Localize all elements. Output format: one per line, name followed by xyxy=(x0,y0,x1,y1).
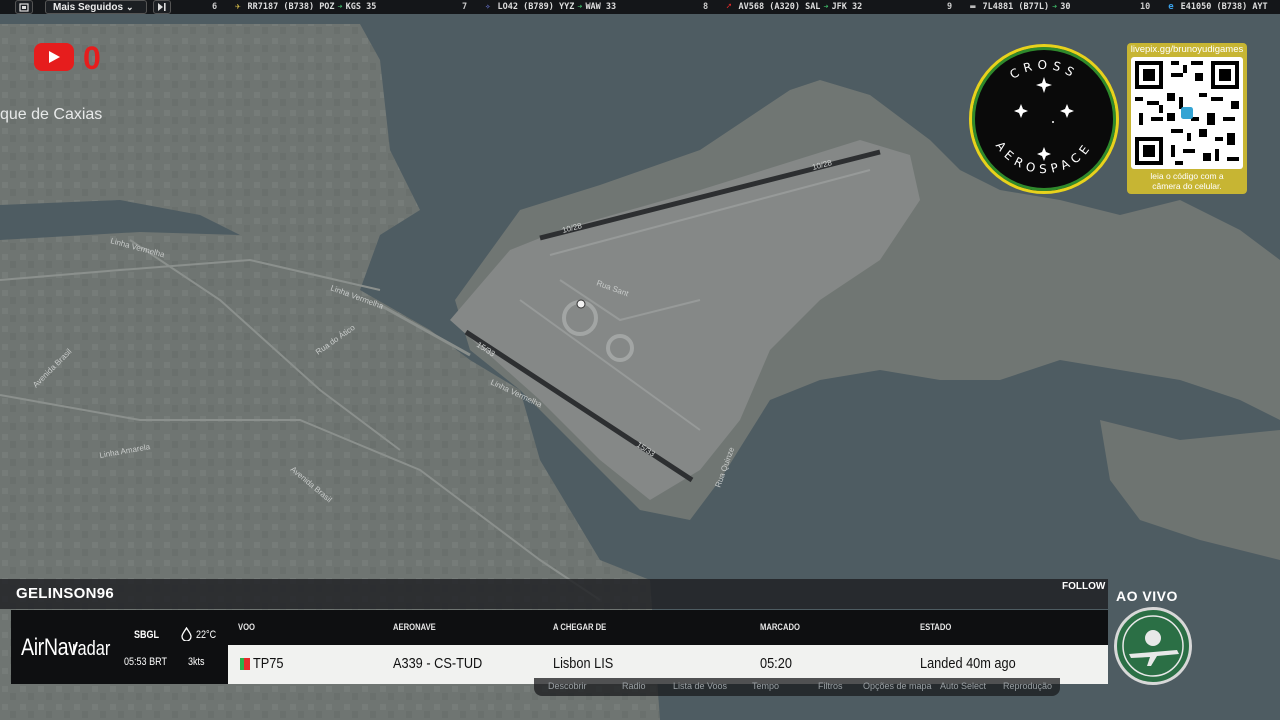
airport-code: SBGL xyxy=(134,629,160,641)
live-label: AO VIVO xyxy=(1116,588,1178,604)
menu-flight-list[interactable]: Lista de Voos xyxy=(673,681,727,691)
menu-radio[interactable]: Radio xyxy=(622,681,646,691)
tap-airline-icon xyxy=(240,658,250,670)
flight-panel: AirNav radar SBGL 05:53 BRT 22°C 3kts VO… xyxy=(11,610,1108,684)
plane-arrow-icon: ➔ xyxy=(337,2,343,12)
ticker-item[interactable]: 10 e E41050 (B738) AYT xyxy=(1140,0,1268,14)
weather-drop-icon xyxy=(181,627,192,641)
ticker-flight: AV568 (A320) SAL xyxy=(738,2,821,12)
ticker-rank: 6 xyxy=(212,2,218,12)
e-icon: e xyxy=(1168,2,1174,12)
menu-auto-select[interactable]: Auto Select xyxy=(940,681,986,691)
city-label: que de Caxias xyxy=(0,106,103,123)
skip-icon[interactable] xyxy=(153,0,171,14)
aircraft-marker xyxy=(576,299,586,309)
brand-radar: radar xyxy=(72,638,111,660)
ticker-rank: 7 xyxy=(462,2,468,12)
menu-playback[interactable]: Reprodução xyxy=(1003,681,1052,691)
ticker-flight: RR7187 (B738) POZ xyxy=(247,2,335,12)
follow-button[interactable]: FOLLOW xyxy=(1062,581,1105,592)
col-scheduled: MARCADO xyxy=(760,622,800,632)
plane-arrow-icon: ➔ xyxy=(823,2,829,12)
ticker-item[interactable]: 8 ➚ AV568 (A320) SAL ➔ JFK 32 xyxy=(703,0,862,14)
username: GELINSON96 xyxy=(16,585,115,602)
ticker-flight: LO42 (B789) YYZ xyxy=(497,2,575,12)
ticker-item[interactable]: 6 ✈ RR7187 (B738) POZ ➔ KGS 35 xyxy=(212,0,376,14)
col-status: ESTADO xyxy=(920,622,952,632)
flight-number: TP75 xyxy=(253,655,284,672)
square-icon[interactable] xyxy=(15,0,33,14)
top-ticker: Mais Seguidos ⌄ 6 ✈ RR7187 (B738) POZ ➔ … xyxy=(0,0,1280,14)
origin: Lisbon LIS xyxy=(553,655,614,672)
col-flight: VOO xyxy=(238,622,256,632)
chevron-down-icon: ⌄ xyxy=(126,1,134,12)
eagle-icon: ✈ xyxy=(235,2,241,12)
ticker-rank: 9 xyxy=(947,2,953,12)
wind-speed: 3kts xyxy=(188,656,205,668)
ticker-dest: 30 xyxy=(1060,2,1071,12)
bottom-menu: Descobrir Radio Lista de Voos Tempo Filt… xyxy=(534,678,1060,696)
menu-filters[interactable]: Filtros xyxy=(818,681,843,691)
youtube-count: 0 xyxy=(83,40,101,76)
menu-map-options[interactable]: Opções de mapa xyxy=(863,681,932,691)
temperature: 22°C xyxy=(196,629,217,641)
dropdown-label: Mais Seguidos xyxy=(53,1,124,13)
local-time: 05:53 BRT xyxy=(124,656,167,668)
qr-caption: leia o código com a câmera do celular. xyxy=(1150,171,1224,191)
plane-arrow-icon: ➔ xyxy=(1052,2,1058,12)
avianca-icon: ➚ xyxy=(726,2,732,12)
star-icon xyxy=(1014,77,1074,161)
scheduled-time: 05:20 xyxy=(760,655,792,672)
ticker-rank: 10 xyxy=(1140,2,1151,12)
channel-logo xyxy=(1114,607,1192,685)
brand-airnav: AirNav xyxy=(21,634,78,661)
youtube-icon xyxy=(34,43,74,71)
user-bar: GELINSON96 xyxy=(0,579,1108,609)
aircraft: A339 - CS-TUD xyxy=(393,655,483,672)
flight-status: Landed 40m ago xyxy=(920,655,1016,672)
most-followed-dropdown[interactable]: Mais Seguidos ⌄ xyxy=(45,0,147,14)
qr-code xyxy=(1131,57,1243,169)
ticker-flight: 7L4881 (B77L) xyxy=(982,2,1050,12)
plane-icon xyxy=(1129,650,1179,666)
ticker-dest: JFK 32 xyxy=(831,2,863,12)
col-aircraft: AERONAVE xyxy=(393,622,436,632)
plane-icon: ▬ xyxy=(970,2,976,12)
ticker-rank: 8 xyxy=(703,2,709,12)
menu-weather[interactable]: Tempo xyxy=(752,681,779,691)
menu-discover[interactable]: Descobrir xyxy=(548,681,587,691)
ticker-dest: WAW 33 xyxy=(585,2,617,12)
lot-icon: ✧ xyxy=(485,2,491,12)
ticker-flight: E41050 (B738) AYT xyxy=(1180,2,1268,12)
cross-aerospace-logo: CROSS AEROSPACE xyxy=(969,44,1119,194)
ticker-item[interactable]: 7 ✧ LO42 (B789) YYZ ➔ WAW 33 xyxy=(462,0,616,14)
col-from: A CHEGAR DE xyxy=(553,622,607,632)
qr-url: livepix.gg/brunoyudigames xyxy=(1130,44,1244,55)
plane-arrow-icon: ➔ xyxy=(577,2,583,12)
qr-card: livepix.gg/brunoyudigames leia o código … xyxy=(1127,43,1247,194)
ticker-dest: KGS 35 xyxy=(345,2,377,12)
ticker-item[interactable]: 9 ▬ 7L4881 (B77L) ➔ 30 xyxy=(947,0,1070,14)
